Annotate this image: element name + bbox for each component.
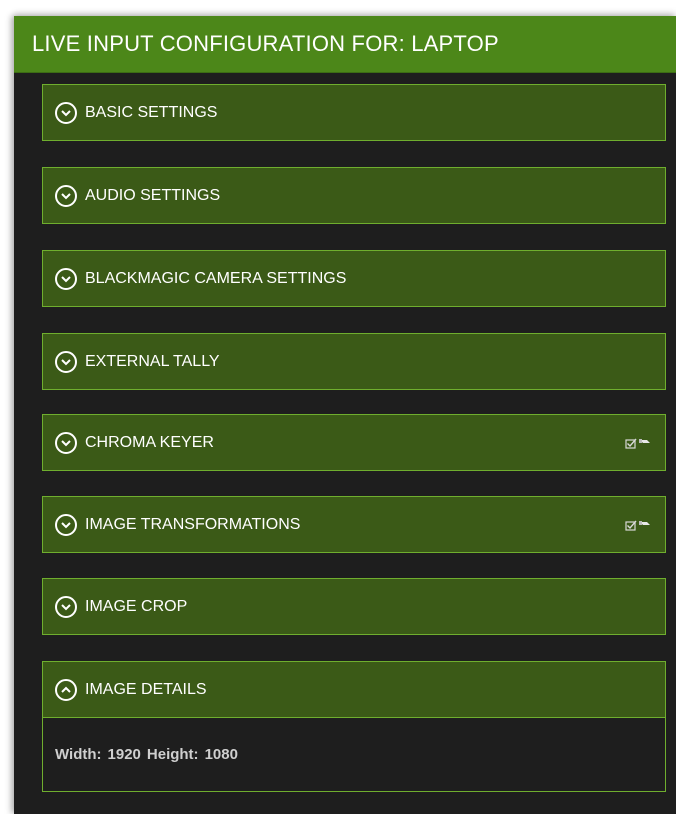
- section-header-blackmagic-camera-settings[interactable]: BLACKMAGIC CAMERA SETTINGS: [43, 251, 665, 306]
- section-blackmagic-camera-settings: BLACKMAGIC CAMERA SETTINGS: [42, 250, 666, 307]
- section-header-external-tally[interactable]: EXTERNAL TALLY: [43, 334, 665, 389]
- chevron-down-icon: [55, 513, 77, 536]
- section-header-image-details[interactable]: IMAGE DETAILS: [43, 662, 665, 717]
- section-label: EXTERNAL TALLY: [85, 352, 220, 370]
- image-details-body: Width: 1920 Height: 1080: [43, 717, 665, 791]
- section-label: CHROMA KEYER: [85, 433, 214, 451]
- checkbox-edit-icon[interactable]: [625, 437, 651, 449]
- section-header-image-crop[interactable]: IMAGE CROP: [43, 579, 665, 634]
- section-chroma-keyer: CHROMA KEYER: [42, 414, 666, 471]
- section-image-transformations: IMAGE TRANSFORMATIONS: [42, 496, 666, 553]
- section-label: BLACKMAGIC CAMERA SETTINGS: [85, 269, 347, 287]
- chevron-down-icon: [55, 431, 77, 454]
- section-header-chroma-keyer[interactable]: CHROMA KEYER: [43, 415, 665, 470]
- section-label: IMAGE DETAILS: [85, 680, 207, 698]
- section-image-crop: IMAGE CROP: [42, 578, 666, 635]
- height-label: Height:: [146, 746, 199, 763]
- chevron-down-icon: [55, 267, 77, 290]
- section-audio-settings: AUDIO SETTINGS: [42, 167, 666, 224]
- panel-title: LIVE INPUT CONFIGURATION FOR: LAPTOP: [14, 16, 676, 73]
- checkbox-edit-icon[interactable]: [625, 519, 651, 531]
- chevron-up-icon: [55, 678, 77, 701]
- chevron-down-icon: [55, 595, 77, 618]
- section-basic-settings: BASIC SETTINGS: [42, 84, 666, 141]
- live-input-config-panel: LIVE INPUT CONFIGURATION FOR: LAPTOP BAS…: [14, 16, 676, 814]
- height-value: 1080: [204, 746, 238, 763]
- section-header-basic-settings[interactable]: BASIC SETTINGS: [43, 85, 665, 140]
- section-label: IMAGE TRANSFORMATIONS: [85, 515, 301, 533]
- section-image-details: IMAGE DETAILS Width: 1920 Height: 1080: [42, 661, 666, 792]
- section-label: AUDIO SETTINGS: [85, 186, 221, 204]
- width-value: 1920: [107, 746, 141, 763]
- chevron-down-icon: [55, 101, 77, 124]
- section-label: IMAGE CROP: [85, 597, 188, 615]
- section-header-image-transformations[interactable]: IMAGE TRANSFORMATIONS: [43, 497, 665, 552]
- section-label: BASIC SETTINGS: [85, 103, 218, 121]
- chevron-down-icon: [55, 350, 77, 373]
- chevron-down-icon: [55, 184, 77, 207]
- section-external-tally: EXTERNAL TALLY: [42, 333, 666, 390]
- width-label: Width:: [55, 746, 102, 763]
- section-header-audio-settings[interactable]: AUDIO SETTINGS: [43, 168, 665, 223]
